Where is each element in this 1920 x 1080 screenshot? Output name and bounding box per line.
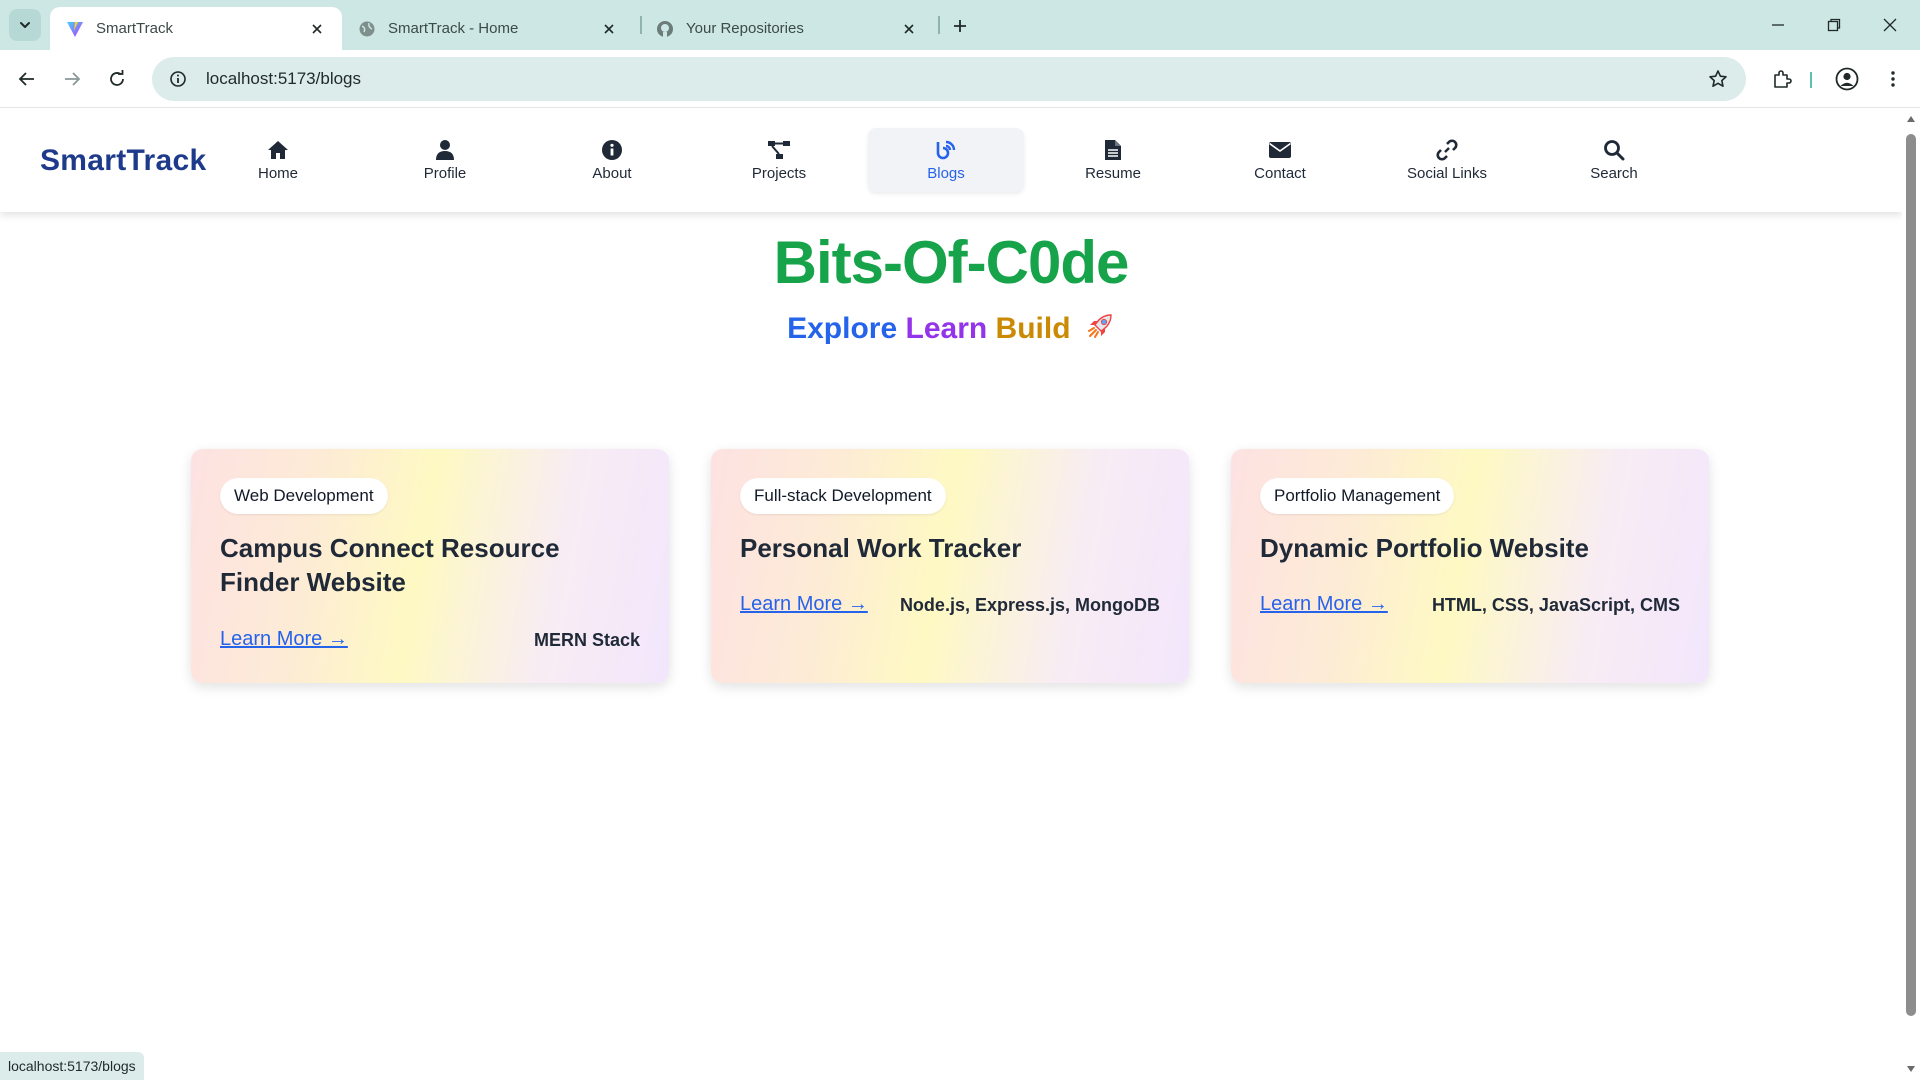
info-icon [600,138,624,162]
subtitle-word-explore: Explore [787,312,898,345]
nav-label: Profile [423,164,467,182]
page-viewport: SmartTrack Home Profile About Projects B… [0,108,1902,1080]
subtitle-word-build: Build [995,312,1071,345]
nav-resume[interactable]: Resume [1035,128,1191,192]
learn-more-link[interactable]: Learn More → [220,628,348,651]
category-badge: Web Development [220,478,388,514]
blog-card: Portfolio Management Dynamic Portfolio W… [1231,449,1709,683]
nav-blogs[interactable]: Blogs [868,128,1024,192]
extensions-button[interactable] [1765,62,1799,96]
nav-social-links[interactable]: Social Links [1369,128,1525,192]
file-icon [1101,138,1125,162]
minimize-icon [1772,24,1784,26]
nav-label: Resume [1085,164,1141,182]
browser-toolbar: localhost:5173/blogs [0,50,1920,108]
close-icon[interactable] [596,16,622,42]
nav-label: Projects [751,164,807,182]
profile-button[interactable] [1830,62,1864,96]
close-icon[interactable] [304,16,330,42]
chevron-down-icon [20,22,30,28]
link-status-bubble: localhost:5173/blogs [0,1052,144,1080]
site-navbar: SmartTrack Home Profile About Projects B… [0,108,1902,212]
site-info-icon[interactable] [160,61,196,97]
puzzle-icon [1774,70,1792,88]
reload-button[interactable] [100,62,134,96]
tab-title: SmartTrack [96,20,173,37]
tab-smarttrack[interactable]: SmartTrack [50,7,342,50]
tech-stack: HTML, CSS, JavaScript, CMS [1431,595,1680,615]
close-window-button[interactable] [1862,0,1918,50]
account-icon [1835,67,1859,91]
subtitle-word-learn: Learn [905,312,988,345]
nav-about[interactable]: About [534,128,690,192]
nav-label: Blogs [927,164,965,182]
browser-tab-strip: SmartTrack SmartTrack - Home Your Reposi… [0,0,1920,50]
bookmark-star-icon[interactable] [1704,65,1732,93]
new-tab-button[interactable] [945,11,975,41]
close-icon[interactable] [896,16,922,42]
learn-more-link[interactable]: Learn More → [740,593,868,616]
nav-profile[interactable]: Profile [367,128,523,192]
tab-separator [938,16,940,34]
tab-title: SmartTrack - Home [388,20,519,37]
arrow-right-icon [65,72,81,86]
nav-label: Search [1590,164,1638,182]
page-scrollbar[interactable] [1902,108,1920,1080]
tab-smarttrack-home[interactable]: SmartTrack - Home [342,7,634,50]
tab-your-repositories[interactable]: Your Repositories [640,7,934,50]
nav-label: Contact [1254,164,1306,182]
nav-label: About [592,164,632,182]
restore-button[interactable] [1806,0,1862,50]
link-icon [1435,138,1459,162]
search-icon [1602,138,1626,162]
vite-icon [66,20,84,38]
nav-home[interactable]: Home [200,128,356,192]
blog-icon [934,138,958,162]
close-icon [1883,18,1897,32]
card-title: Campus Connect Resource Finder Website [220,533,560,597]
home-icon [266,138,290,162]
blog-card: Full-stack Development Personal Work Tra… [711,449,1189,683]
tech-stack: Node.js, Express.js, MongoDB [899,595,1160,615]
envelope-icon [1268,138,1292,162]
forward-button[interactable] [55,62,89,96]
scrollbar-thumb[interactable] [1906,134,1916,1016]
rocket-icon [1085,311,1115,349]
url-text: localhost:5173/blogs [206,69,362,88]
tech-stack: MERN Stack [533,630,640,650]
nav-contact[interactable]: Contact [1202,128,1358,192]
learn-more-link[interactable]: Learn More → [1260,593,1388,616]
category-badge: Portfolio Management [1260,478,1455,514]
category-badge: Full-stack Development [740,478,946,514]
nav-search[interactable]: Search [1536,128,1692,192]
card-title: Dynamic Portfolio Website [1260,533,1589,563]
user-icon [433,138,457,162]
address-bar[interactable]: localhost:5173/blogs [152,57,1746,101]
github-icon [656,20,674,38]
arrow-left-icon [18,72,34,86]
nav-projects[interactable]: Projects [701,128,857,192]
minimize-button[interactable] [1750,0,1806,50]
tab-title: Your Repositories [686,20,804,37]
more-vertical-icon [1891,71,1895,87]
nav-label: Social Links [1406,164,1488,182]
page-title: Bits-Of-C0de [773,229,1130,296]
scroll-up-icon[interactable] [1906,114,1916,124]
back-button[interactable] [10,62,44,96]
nav-label: Home [257,164,298,182]
restore-icon [1827,18,1841,32]
scroll-down-icon[interactable] [1906,1064,1916,1074]
plus-icon [954,20,966,32]
menu-button[interactable] [1876,62,1910,96]
project-diagram-icon [767,138,791,162]
globe-icon [358,20,376,38]
toolbar-divider [1810,72,1812,88]
brand-logo[interactable]: SmartTrack [40,144,206,178]
tab-search-button[interactable] [9,9,41,41]
page-subtitle: Explore Learn Build [0,311,1902,349]
blog-card: Web Development Campus Connect Resource … [191,449,669,683]
reload-icon [110,70,124,86]
card-title: Personal Work Tracker [740,533,1022,563]
